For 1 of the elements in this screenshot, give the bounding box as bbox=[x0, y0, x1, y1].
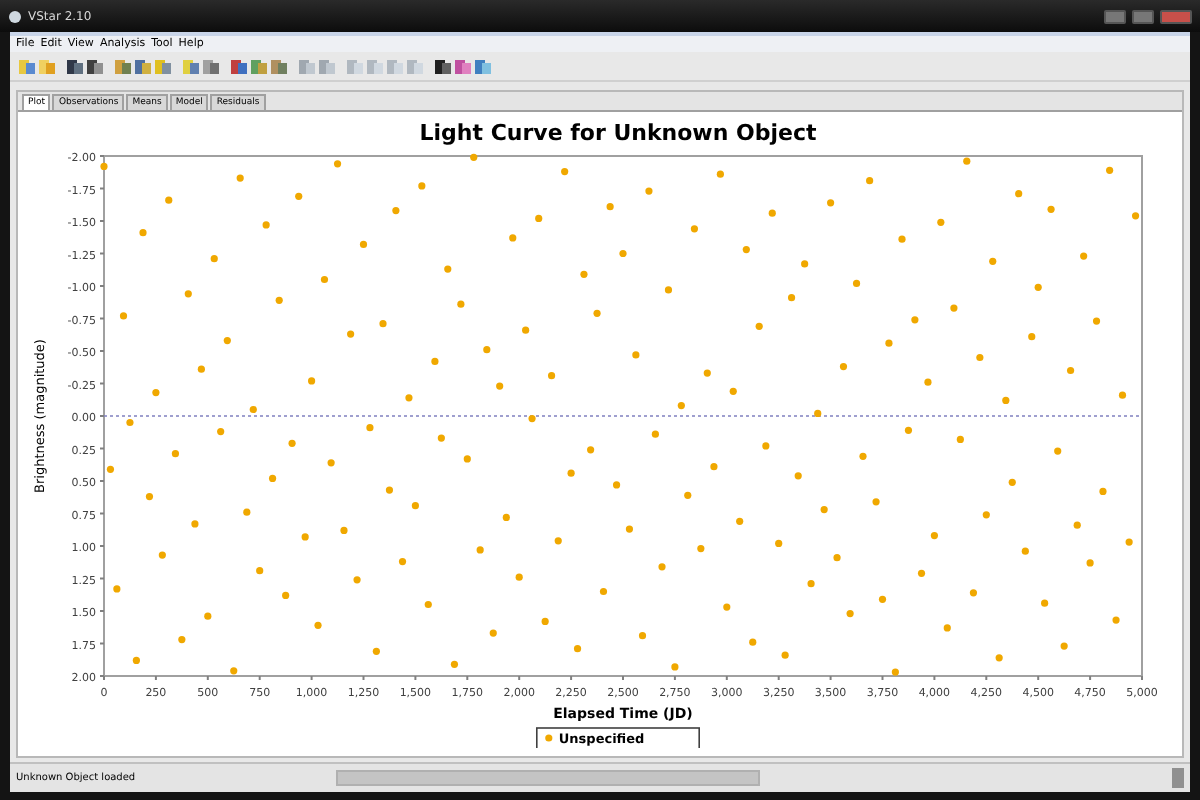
chart-title: Light Curve for Unknown Object bbox=[419, 120, 817, 146]
